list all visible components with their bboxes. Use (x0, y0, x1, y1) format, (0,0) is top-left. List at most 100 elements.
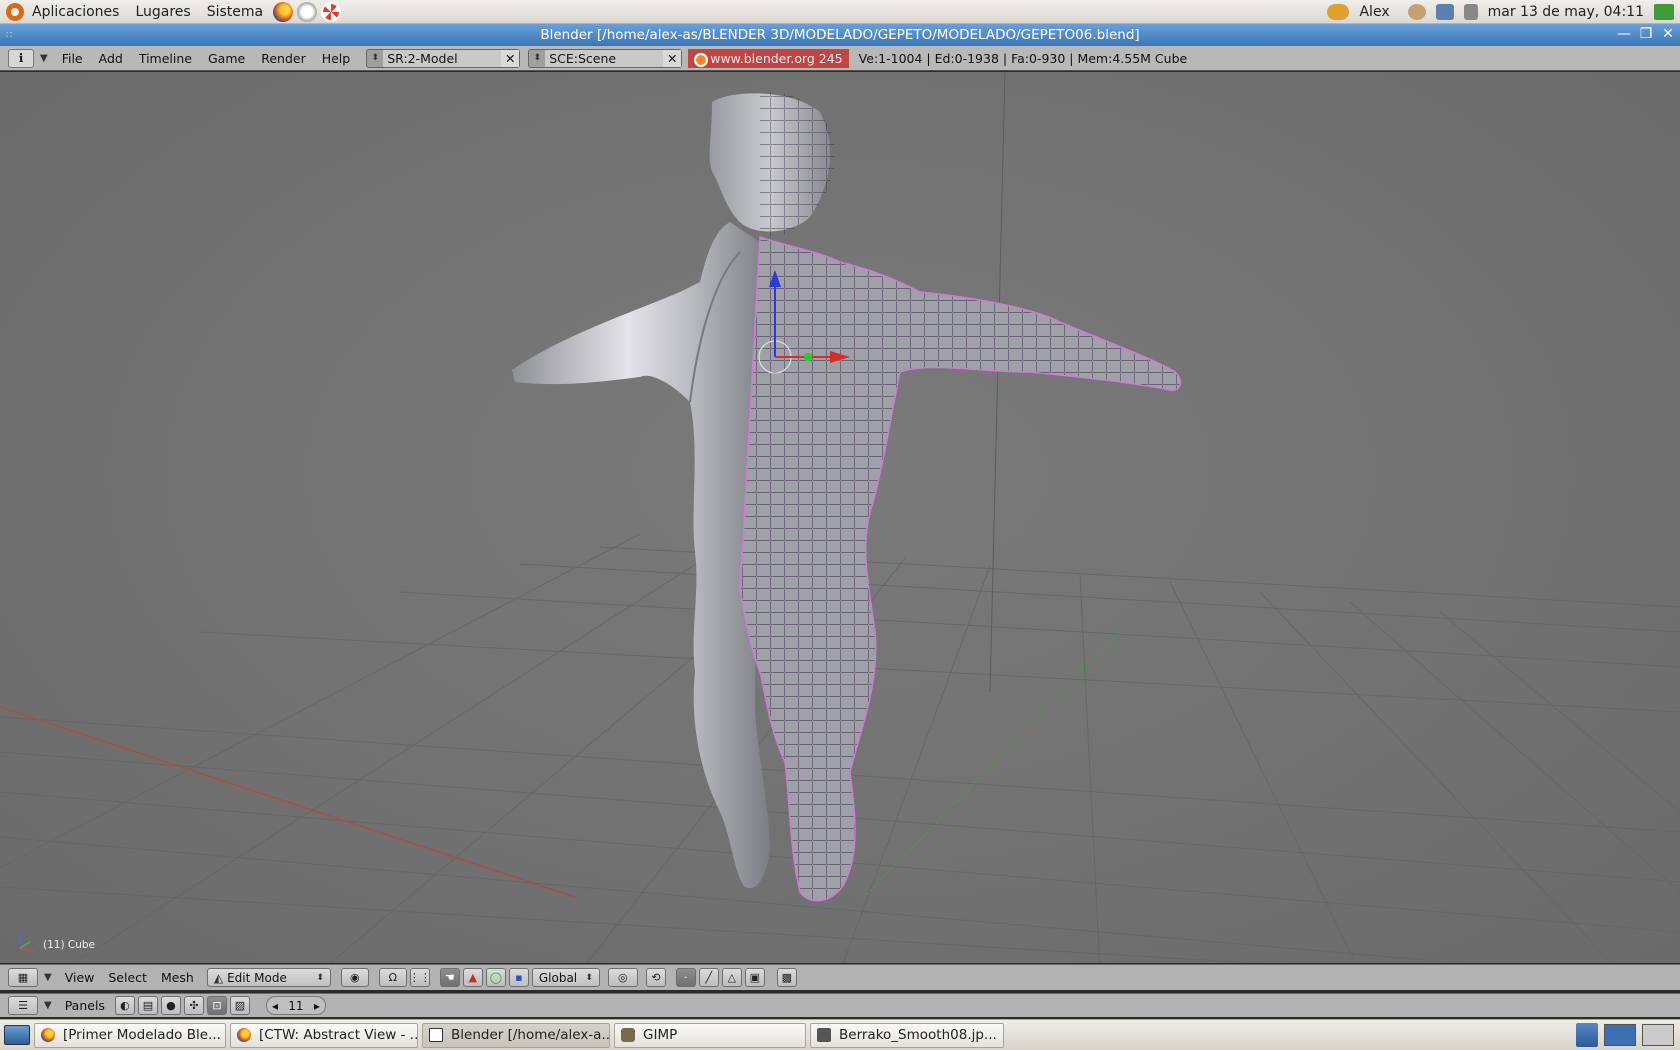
collapse-arrow-icon[interactable]: ▼ (44, 1000, 52, 1011)
scale-icon[interactable]: ▪ (508, 968, 529, 987)
info-header: ℹ ▼ File Add Timeline Game Render Help ⬍… (0, 46, 1680, 71)
window-type-3dview-icon[interactable]: ▦ (8, 968, 38, 987)
edge-select-icon[interactable]: ╱ (698, 968, 719, 987)
face-select-icon[interactable]: △ (721, 968, 742, 987)
maximize-icon[interactable]: ❐ (1638, 26, 1654, 42)
help-icon[interactable] (321, 1, 342, 22)
screen-name[interactable]: SR:2-Model (383, 49, 502, 67)
object-icon[interactable]: ✣ (183, 996, 204, 1015)
taskbar: [Primer Modelado Ble... [CTW: Abstract V… (0, 1019, 1680, 1050)
volume-icon[interactable] (1463, 3, 1478, 20)
screen-selector[interactable]: ⬍ SR:2-Model ✕ (366, 48, 521, 68)
increment-arrow-icon[interactable]: ▸ (314, 999, 320, 1013)
menu-game[interactable]: Game (200, 51, 253, 66)
menu-view[interactable]: View (58, 970, 102, 985)
scene-selector[interactable]: ⬍ SCE:Scene ✕ (528, 48, 683, 68)
decrement-arrow-icon[interactable]: ◂ (272, 999, 278, 1013)
update-notifier-icon[interactable] (1327, 3, 1350, 20)
firefox-icon (41, 1028, 55, 1042)
menu-add[interactable]: Add (91, 51, 131, 66)
collapse-arrow-icon[interactable]: ▼ (40, 53, 48, 64)
trash-icon[interactable] (1576, 1023, 1598, 1047)
scene-name[interactable]: SCE:Scene (545, 49, 664, 67)
task-primer-modelado[interactable]: [Primer Modelado Ble... (34, 1022, 226, 1048)
task-gimp[interactable]: GIMP (614, 1022, 806, 1048)
top-panel: Aplicaciones Lugares Sistema Alex mar 13… (0, 0, 1680, 24)
3d-viewport[interactable]: (11) Cube (0, 72, 1680, 963)
draw-type-icon[interactable]: ◉ (340, 968, 369, 987)
window-type-info-icon[interactable]: ℹ (8, 48, 34, 68)
orientation-value: Global (538, 970, 578, 985)
body-smooth (512, 222, 770, 889)
layer-grid-icon[interactable]: ⋮⋮ (409, 968, 431, 987)
menu-timeline[interactable]: Timeline (131, 51, 200, 66)
scene-icon[interactable]: ▨ (229, 996, 250, 1015)
script-icon[interactable]: ▤ (137, 996, 158, 1015)
firefox-icon[interactable] (273, 1, 294, 22)
task-label: GIMP (643, 1027, 678, 1043)
system-tray: Alex mar 13 de may, 04:11 (1327, 3, 1680, 20)
translate-icon[interactable]: ▲ (462, 968, 483, 987)
render-icon[interactable]: ▩ (776, 968, 797, 987)
window-title: Blender [/home/alex-as/BLENDER 3D/MODELA… (540, 27, 1140, 43)
window-menu-icon[interactable]: ∷ (6, 30, 12, 41)
search-icon[interactable] (1407, 3, 1426, 20)
collapse-arrow-icon[interactable]: ▼ (44, 972, 52, 983)
menu-sistema[interactable]: Sistema (199, 0, 271, 24)
workspace-1[interactable] (1604, 1024, 1636, 1046)
proportional-edit-icon[interactable]: ◎ (607, 968, 638, 987)
image-viewer-icon (817, 1028, 831, 1042)
task-label: Berrako_Smooth08.jp... (839, 1027, 997, 1043)
screen-delete-button[interactable]: ✕ (501, 49, 520, 67)
scene-delete-button[interactable]: ✕ (663, 49, 682, 67)
snap-icon[interactable]: ⟲ (645, 968, 666, 987)
window-type-buttons-icon[interactable]: ☰ (8, 996, 38, 1015)
blender-version-link[interactable]: www.blender.org 245 (688, 48, 849, 68)
menu-help[interactable]: Help (314, 51, 359, 66)
frame-number-field[interactable]: ◂ 11 ▸ (265, 996, 326, 1015)
menu-mesh[interactable]: Mesh (154, 970, 201, 985)
panels-label[interactable]: Panels (58, 998, 112, 1013)
frame-value: 11 (288, 998, 304, 1013)
clock[interactable]: mar 13 de may, 04:11 (1488, 4, 1644, 20)
vertex-select-icon[interactable]: · (675, 968, 696, 987)
scene-browse-icon[interactable]: ⬍ (529, 53, 545, 63)
show-desktop-icon[interactable] (4, 1025, 30, 1045)
task-berrako-image[interactable]: Berrako_Smooth08.jp... (810, 1022, 1004, 1048)
gimp-icon (621, 1028, 635, 1042)
x-axis-line (0, 706, 576, 898)
screen-browse-icon[interactable]: ⬍ (367, 53, 383, 63)
workspace-2[interactable] (1642, 1024, 1674, 1046)
rotate-icon[interactable]: ◯ (485, 968, 506, 987)
task-ctw-abstract-view[interactable]: [CTW: Abstract View - ... (230, 1022, 418, 1048)
window-titlebar[interactable]: ∷ Blender [/home/alex-as/BLENDER 3D/MODE… (0, 24, 1680, 46)
close-icon[interactable]: ✕ (1660, 26, 1676, 42)
task-label: [CTW: Abstract View - ... (259, 1027, 418, 1043)
scene-stats: Ve:1-1004 | Ed:0-1938 | Fa:0-930 | Mem:4… (858, 50, 1188, 66)
mode-selector[interactable]: ◭ Edit Mode ⬍ (206, 968, 331, 987)
pivot-icon[interactable]: Ω (378, 968, 407, 987)
network-icon[interactable] (1435, 3, 1454, 20)
mode-value: Edit Mode (227, 970, 287, 985)
shading-icon[interactable]: ● (160, 996, 181, 1015)
mesh-smooth-half (512, 222, 770, 889)
edit-mode-icon: ◭ (213, 970, 224, 985)
mail-icon[interactable] (297, 1, 318, 22)
occlude-icon[interactable]: ▣ (744, 968, 765, 987)
orientation-selector[interactable]: Global ⬍ (531, 968, 600, 987)
menu-lugares[interactable]: Lugares (127, 0, 198, 24)
user-name[interactable]: Alex (1359, 4, 1389, 20)
task-blender[interactable]: Blender [/home/alex-a... (422, 1022, 610, 1048)
editing-icon[interactable]: ⊡ (206, 996, 227, 1015)
window-icon (429, 1028, 443, 1042)
manipulator-toggle-icon[interactable]: ☚ (439, 968, 460, 987)
logic-icon[interactable]: ◐ (114, 996, 135, 1015)
menu-aplicaciones[interactable]: Aplicaciones (24, 0, 127, 24)
viewport-canvas (0, 72, 1680, 963)
menu-render[interactable]: Render (253, 51, 314, 66)
logout-icon[interactable] (1654, 3, 1674, 20)
minimize-icon[interactable]: — (1616, 26, 1632, 42)
menu-select[interactable]: Select (101, 970, 154, 985)
menu-file[interactable]: File (54, 51, 91, 66)
ubuntu-logo-icon[interactable] (6, 2, 24, 21)
